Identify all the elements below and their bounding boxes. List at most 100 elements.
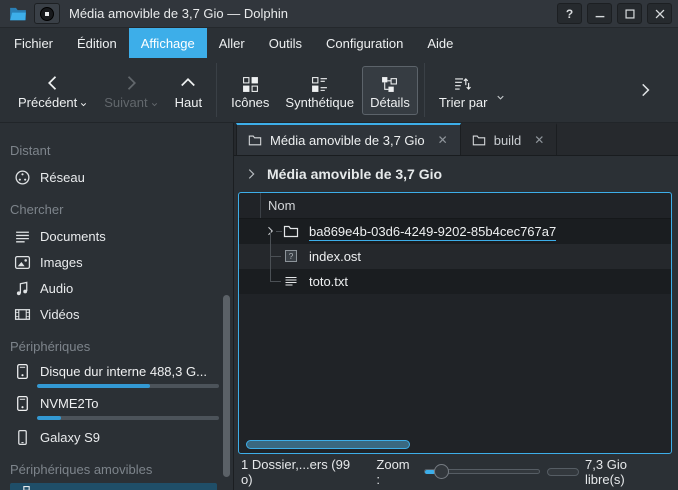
forward-label: Suivant xyxy=(104,96,147,110)
sidebar-scrollbar[interactable] xyxy=(223,295,230,477)
menu-aide[interactable]: Aide xyxy=(415,28,465,58)
file-name[interactable]: toto.txt xyxy=(309,273,348,290)
free-space-bar xyxy=(547,468,580,476)
file-row-folder[interactable]: ba869e4b-03d6-4249-9202-85b4cec767a7 xyxy=(239,219,671,244)
sidebar-item-reseau[interactable]: Réseau xyxy=(0,164,233,190)
menu-aller[interactable]: Aller xyxy=(207,28,257,58)
breadcrumb[interactable]: Média amovible de 3,7 Gio xyxy=(234,156,678,192)
icons-view-label: Icônes xyxy=(231,96,269,110)
menubar: Fichier Édition Affichage Aller Outils C… xyxy=(0,28,678,58)
close-button[interactable] xyxy=(647,3,672,24)
tab-media-amovible[interactable]: Média amovible de 3,7 Gio ✕ xyxy=(236,123,461,155)
file-name[interactable]: index.ost xyxy=(309,248,361,265)
breadcrumb-location[interactable]: Média amovible de 3,7 Gio xyxy=(267,166,442,182)
tree-line xyxy=(276,231,282,232)
sidebar-item-label: Audio xyxy=(40,281,73,296)
tab-label: Média amovible de 3,7 Gio xyxy=(270,133,425,148)
window-controls: ? xyxy=(557,3,672,24)
section-title-peripheriques-amovibles: Périphériques amovibles xyxy=(10,462,223,477)
column-header-nom[interactable]: Nom xyxy=(261,198,295,213)
section-title-peripheriques: Périphériques xyxy=(10,339,223,354)
text-file-icon xyxy=(283,273,299,289)
chevron-up-icon xyxy=(178,73,198,93)
sidebar-item-videos[interactable]: Vidéos xyxy=(0,301,233,327)
section-title-chercher: Chercher xyxy=(10,202,223,217)
details-view-label: Détails xyxy=(370,96,410,110)
minimize-icon xyxy=(593,7,607,21)
sidebar-item-label: Documents xyxy=(40,229,106,244)
folder-icon xyxy=(283,223,299,239)
menu-fichier[interactable]: Fichier xyxy=(2,28,65,58)
file-row-toto-txt[interactable]: toto.txt xyxy=(239,269,671,294)
icons-view-button[interactable]: Icônes xyxy=(223,66,277,115)
zoom-label: Zoom : xyxy=(376,457,416,487)
sidebar-item-documents[interactable]: Documents xyxy=(0,223,233,249)
up-button[interactable]: Haut xyxy=(167,66,210,115)
forward-button[interactable]: Suivant xyxy=(96,66,166,115)
sidebar-item-disque-dur[interactable]: Disque dur interne 488,3 G... xyxy=(0,360,233,392)
menu-edition[interactable]: Édition xyxy=(65,28,129,58)
zoom-slider[interactable] xyxy=(424,463,540,481)
forward-dropdown-caret-icon xyxy=(150,100,159,109)
file-name[interactable]: ba869e4b-03d6-4249-9202-85b4cec767a7 xyxy=(309,223,556,241)
up-label: Haut xyxy=(175,96,202,110)
sidebar-item-label: Galaxy S9 xyxy=(40,430,100,445)
free-space-label: 7,3 Gio libre(s) xyxy=(585,457,669,487)
tree-line xyxy=(270,256,281,257)
disk-usage-bar xyxy=(37,384,219,388)
compact-view-icon xyxy=(311,76,328,93)
sort-dropdown-caret-icon xyxy=(495,92,506,103)
overflow-chevron-icon xyxy=(636,81,654,99)
dolphin-app-icon xyxy=(8,5,28,23)
titlebar[interactable]: Média amovible de 3,7 Gio — Dolphin ? xyxy=(0,0,678,28)
file-row-index-ost[interactable]: index.ost xyxy=(239,244,671,269)
toolbar-overflow-button[interactable] xyxy=(628,76,662,104)
chevron-left-icon xyxy=(43,73,63,93)
details-view-icon xyxy=(381,76,398,93)
sidebar-item-nvme2to[interactable]: NVME2To xyxy=(0,392,233,424)
sort-icon xyxy=(454,75,472,93)
menu-configuration[interactable]: Configuration xyxy=(314,28,415,58)
window-media-icon-button[interactable] xyxy=(34,3,60,24)
tab-build[interactable]: build ✕ xyxy=(461,123,558,155)
images-icon xyxy=(14,254,31,271)
file-rows: ba869e4b-03d6-4249-9202-85b4cec767a7 ind… xyxy=(239,219,671,294)
sidebar-item-galaxy-s9[interactable]: Galaxy S9 xyxy=(0,424,233,450)
menu-outils[interactable]: Outils xyxy=(257,28,314,58)
back-label: Précédent xyxy=(18,96,77,110)
horizontal-scrollbar[interactable] xyxy=(246,440,410,449)
disk-usage-bar xyxy=(37,416,219,420)
usb-drive-icon xyxy=(18,485,35,490)
sort-by-button[interactable]: Trier par xyxy=(431,66,496,115)
tab-close-button[interactable]: ✕ xyxy=(437,133,449,147)
hard-drive-icon xyxy=(14,395,31,412)
sidebar-item-images[interactable]: Images xyxy=(0,249,233,275)
breadcrumb-chevron-icon xyxy=(244,167,258,181)
removable-media-icon xyxy=(39,6,55,22)
tab-label: build xyxy=(494,133,521,148)
minimize-button[interactable] xyxy=(587,3,612,24)
sort-by-label: Trier par xyxy=(439,96,488,110)
audio-icon xyxy=(14,280,31,297)
back-button[interactable]: Précédent xyxy=(10,66,96,115)
folder-icon xyxy=(248,133,262,147)
tree-line xyxy=(270,281,281,282)
zoom-slider-handle[interactable] xyxy=(434,464,449,479)
window-title: Média amovible de 3,7 Gio — Dolphin xyxy=(69,6,288,21)
documents-icon xyxy=(14,228,31,245)
sidebar-item-label: Réseau xyxy=(40,170,85,185)
details-view-button[interactable]: Détails xyxy=(362,66,418,115)
unknown-file-icon xyxy=(283,248,299,264)
sidebar-item-audio[interactable]: Audio xyxy=(0,275,233,301)
help-button[interactable]: ? xyxy=(557,3,582,24)
menu-affichage[interactable]: Affichage xyxy=(129,28,207,58)
dolphin-window: Média amovible de 3,7 Gio — Dolphin ? Fi… xyxy=(0,0,678,490)
maximize-button[interactable] xyxy=(617,3,642,24)
compact-view-button[interactable]: Synthétique xyxy=(277,66,362,115)
close-icon xyxy=(653,7,667,21)
compact-view-label: Synthétique xyxy=(285,96,354,110)
tab-close-button[interactable]: ✕ xyxy=(533,133,545,147)
icons-view-icon xyxy=(242,76,259,93)
sidebar-item-media-amovible[interactable]: Média amovible de 3,7 ... xyxy=(10,483,217,490)
file-view[interactable]: Nom ba869e4b-03d6-4249-9202-85b4cec767a7… xyxy=(238,192,672,454)
